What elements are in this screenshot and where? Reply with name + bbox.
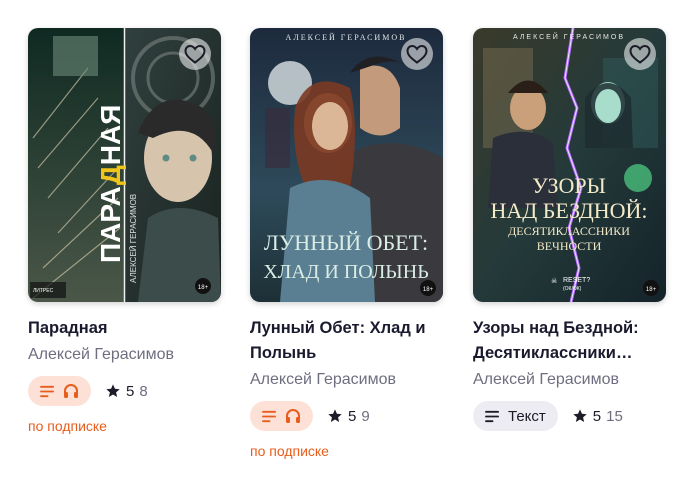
format-badge-text-audio[interactable]: [250, 401, 313, 431]
svg-text:ЛИТРЕС: ЛИТРЕС: [33, 288, 54, 294]
svg-text:ХЛАД И ПОЛЫНЬ: ХЛАД И ПОЛЫНЬ: [263, 261, 428, 283]
svg-text:RESET?: RESET?: [563, 277, 590, 284]
svg-text:УЗОРЫ: УЗОРЫ: [532, 173, 606, 198]
rating-count: 8: [139, 382, 148, 400]
text-lines-icon: [262, 410, 277, 423]
svg-text:☠: ☠: [551, 277, 557, 285]
book-author[interactable]: Алексей Герасимов: [28, 344, 221, 366]
rating-value: 5: [126, 382, 135, 400]
book-author[interactable]: Алексей Герасимов: [473, 369, 666, 391]
svg-text:ВЕЧНОСТИ: ВЕЧНОСТИ: [537, 239, 602, 253]
favorite-heart-icon[interactable]: [401, 38, 433, 70]
svg-text:18+: 18+: [423, 287, 434, 293]
book-card[interactable]: АЛЕКСЕЙ ГЕРАСИМОВ ЛУННЫЙ ОБЕТ: ХЛАД И ПО…: [250, 28, 443, 459]
book-cover[interactable]: ПАРАДНАЯ АЛЕКСЕЙ ГЕРАСИМОВ ЛИТРЕС 18+: [28, 28, 221, 302]
book-card[interactable]: ПАРАДНАЯ АЛЕКСЕЙ ГЕРАСИМОВ ЛИТРЕС 18+ Па…: [28, 28, 221, 434]
book-author[interactable]: Алексей Герасимов: [250, 369, 443, 391]
format-badge-text[interactable]: Текст: [473, 401, 558, 431]
text-lines-icon: [485, 410, 500, 423]
favorite-heart-icon[interactable]: [179, 38, 211, 70]
format-badge-text-audio[interactable]: [28, 376, 91, 406]
headphones-icon: [63, 383, 79, 399]
subscription-label[interactable]: по подписке: [250, 443, 443, 459]
subscription-label[interactable]: по подписке: [28, 418, 221, 434]
rating: 5 15: [572, 408, 623, 425]
rating-count: 9: [361, 407, 370, 425]
rating-value: 5: [592, 407, 602, 425]
format-label: Текст: [508, 407, 546, 425]
svg-text:18+: 18+: [646, 287, 657, 293]
svg-text:АЛЕКСЕЙ ГЕРАСИМОВ: АЛЕКСЕЙ ГЕРАСИМОВ: [513, 32, 625, 41]
book-cover[interactable]: АЛЕКСЕЙ ГЕРАСИМОВ ЛУННЫЙ ОБЕТ: ХЛАД И ПО…: [250, 28, 443, 302]
text-lines-icon: [40, 385, 55, 398]
rating: 5 8: [105, 383, 148, 400]
svg-text:18+: 18+: [198, 285, 209, 291]
favorite-heart-icon[interactable]: [624, 38, 656, 70]
svg-text:АЛЕКСЕЙ ГЕРАСИМОВ: АЛЕКСЕЙ ГЕРАСИМОВ: [286, 33, 407, 42]
svg-text:ДЕСЯТИКЛАССНИКИ: ДЕСЯТИКЛАССНИКИ: [508, 224, 630, 238]
book-title[interactable]: Лунный Обет: Хлад и Полынь: [250, 316, 443, 366]
svg-text:ПАРАДНАЯ: ПАРАДНАЯ: [95, 105, 126, 263]
rating-value: 5: [348, 407, 357, 425]
book-cover[interactable]: АЛЕКСЕЙ ГЕРАСИМОВ УЗОРЫ НАД БЕЗДНОЙ: ДЕС…: [473, 28, 666, 302]
star-icon: [105, 383, 121, 399]
svg-text:АЛЕКСЕЙ ГЕРАСИМОВ: АЛЕКСЕЙ ГЕРАСИМОВ: [129, 194, 138, 283]
svg-text:ЛУННЫЙ ОБЕТ:: ЛУННЫЙ ОБЕТ:: [264, 230, 428, 255]
svg-text:(ОК/ОК): (ОК/ОК): [563, 286, 582, 292]
book-title[interactable]: Парадная: [28, 316, 221, 341]
star-icon: [327, 408, 343, 424]
rating-count: 15: [606, 407, 623, 425]
headphones-icon: [285, 408, 301, 424]
svg-text:НАД БЕЗДНОЙ:: НАД БЕЗДНОЙ:: [490, 198, 647, 223]
book-title[interactable]: Узоры над Бездной: Десятиклассники Вечно…: [473, 316, 666, 366]
rating: 5 9: [327, 408, 370, 425]
book-card[interactable]: АЛЕКСЕЙ ГЕРАСИМОВ УЗОРЫ НАД БЕЗДНОЙ: ДЕС…: [473, 28, 666, 431]
star-icon: [572, 408, 588, 424]
